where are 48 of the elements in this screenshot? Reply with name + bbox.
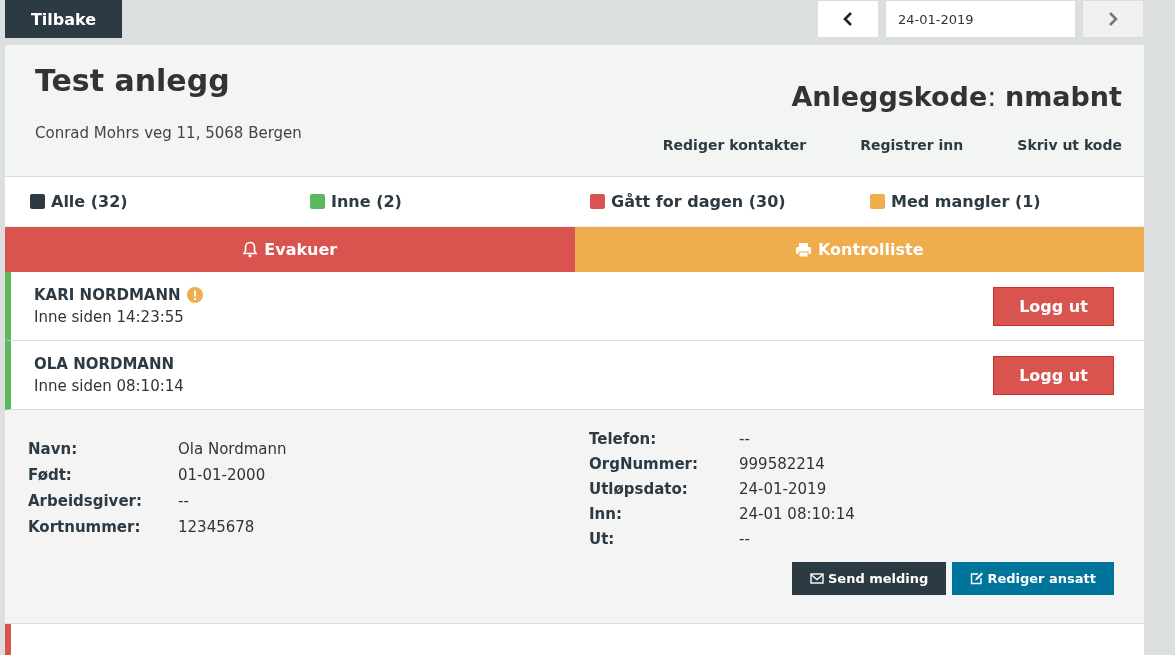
detail-value: 24-01-2019 bbox=[739, 480, 828, 498]
logout-button[interactable]: Logg ut bbox=[993, 286, 1114, 326]
edit-icon bbox=[970, 572, 984, 585]
bell-icon bbox=[242, 241, 259, 258]
detail-label: Arbeidsgiver: bbox=[28, 492, 143, 510]
detail-value: -- bbox=[739, 530, 751, 548]
site-title: Test anlegg bbox=[35, 63, 231, 98]
filter-button[interactable]: Alle (32) bbox=[30, 192, 128, 211]
detail-value: 24-01 08:10:14 bbox=[739, 505, 856, 523]
detail-value: -- bbox=[178, 492, 190, 510]
filter-button[interactable]: Inne (2) bbox=[310, 192, 402, 211]
back-button[interactable]: Tilbake bbox=[5, 0, 122, 38]
detail-label: Født: bbox=[28, 466, 73, 484]
site-address: Conrad Mohrs veg 11, 5068 Bergen bbox=[35, 124, 302, 142]
detail-label: OrgNummer: bbox=[589, 455, 699, 473]
send-message-button[interactable]: Send melding bbox=[791, 562, 947, 595]
detail-value: 01-01-2000 bbox=[178, 466, 267, 484]
person-status: Inne siden 14:23:55 bbox=[34, 308, 185, 326]
detail-label: Ut: bbox=[589, 530, 616, 548]
detail-label: Inn: bbox=[589, 505, 623, 523]
person-name: OLA NORDMANN bbox=[34, 355, 175, 373]
chevron-left-icon bbox=[842, 11, 854, 27]
envelope-icon bbox=[809, 573, 824, 584]
detail-value: 12345678 bbox=[178, 518, 256, 536]
detail-value: -- bbox=[739, 430, 751, 448]
site-code: Anleggskode: nmabnt bbox=[791, 81, 1122, 112]
filter-button[interactable]: Med mangler (1) bbox=[870, 192, 1041, 211]
header-link[interactable]: Registrer inn bbox=[860, 137, 964, 153]
filter-button[interactable]: Gått for dagen (30) bbox=[590, 192, 786, 211]
header-link[interactable]: Rediger kontakter bbox=[662, 137, 807, 153]
person-status: Inne siden 08:10:14 bbox=[34, 377, 184, 395]
header-link[interactable]: Skriv ut kode bbox=[1017, 137, 1122, 153]
printer-icon bbox=[795, 241, 812, 258]
previous-day-button[interactable] bbox=[817, 0, 879, 38]
detail-label: Utløpsdato: bbox=[589, 480, 689, 498]
person-row[interactable]: KARI NORDMANN Inne siden 14:23:55 Logg ut bbox=[5, 272, 1144, 341]
detail-value: Ola Nordmann bbox=[178, 440, 288, 458]
logout-button[interactable]: Logg ut bbox=[993, 355, 1114, 395]
detail-value: 999582214 bbox=[739, 455, 826, 473]
warning-icon bbox=[186, 287, 203, 303]
chevron-right-icon bbox=[1107, 11, 1119, 27]
detail-label: Telefon: bbox=[589, 430, 658, 448]
detail-label: Kortnummer: bbox=[28, 518, 142, 536]
detail-label: Navn: bbox=[28, 440, 79, 458]
date-field[interactable]: 24-01-2019 bbox=[885, 0, 1076, 38]
person-name: KARI NORDMANN bbox=[34, 286, 181, 304]
edit-employee-button[interactable]: Rediger ansatt bbox=[952, 562, 1114, 595]
evacuate-button[interactable]: Evakuer bbox=[5, 227, 575, 272]
